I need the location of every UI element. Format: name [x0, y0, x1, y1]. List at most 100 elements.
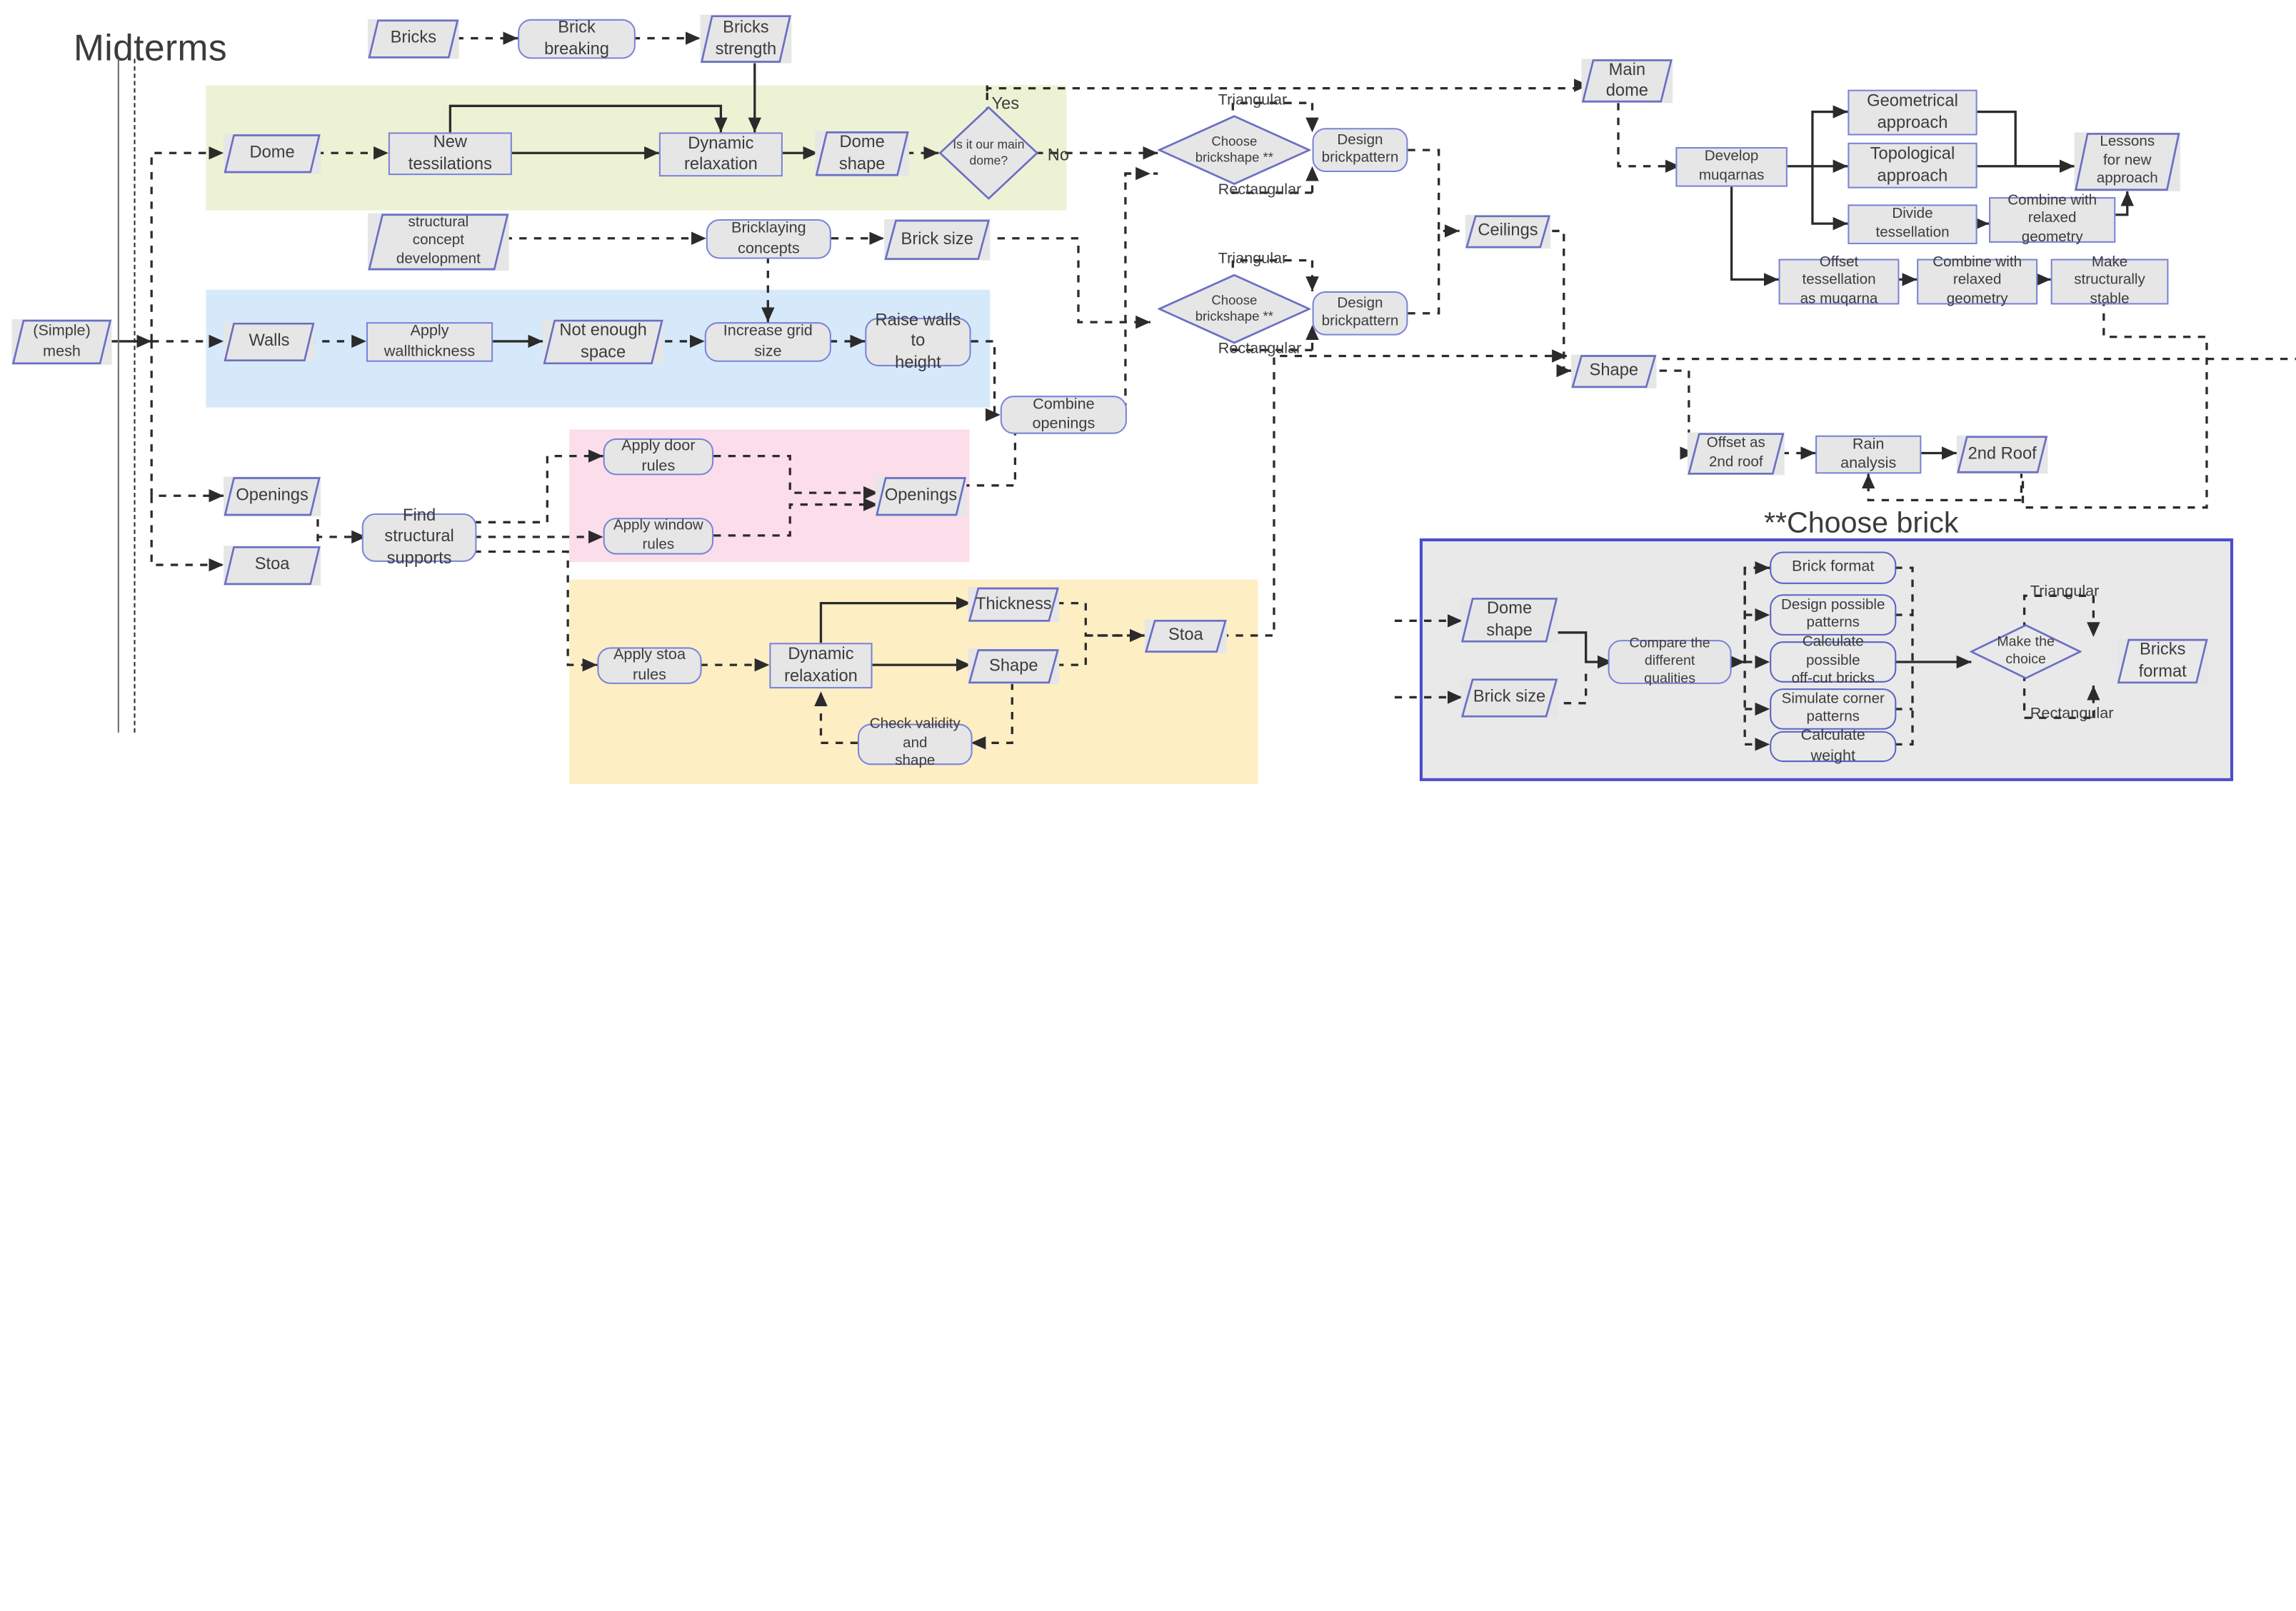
node-label: Walls — [249, 333, 290, 351]
node-topological-approach[interactable]: Topological approach — [1848, 142, 1977, 189]
edge-label-rectangular-choice: Rectangular — [2030, 704, 2114, 723]
node-second-roof[interactable]: 2nd Roof — [1956, 435, 2048, 474]
node-label: Apply window rules — [613, 518, 703, 553]
node-stoa-input[interactable]: Stoa — [224, 546, 321, 586]
node-simple-mesh[interactable]: (Simple) mesh — [11, 319, 112, 365]
node-thickness[interactable]: Thickness — [968, 586, 1060, 623]
node-shape-right[interactable]: Shape — [1571, 354, 1657, 388]
node-cb-bricks-format[interactable]: Bricks format — [2117, 638, 2209, 684]
node-label: Find structural supports — [384, 507, 454, 568]
node-label: Rain analysis — [1840, 435, 1897, 473]
node-combine-relaxed-geometry-lower[interactable]: Combine with relaxed geometry — [1917, 254, 2038, 307]
node-label: 2nd Roof — [1967, 445, 2037, 463]
node-label: Dynamic relaxation — [684, 134, 758, 174]
node-cb-compare-qualities[interactable]: Compare the different qualities — [1608, 636, 1732, 687]
choose-brick-heading: **Choose brick — [1763, 507, 1959, 541]
node-label: Make structurally stable — [2074, 254, 2145, 308]
node-stoa-output[interactable]: Stoa — [1144, 619, 1228, 653]
node-is-it-our-main-dome[interactable]: Is it our main dome? — [938, 106, 1039, 200]
node-label: Geometrical approach — [1867, 93, 1958, 132]
node-main-dome[interactable]: Main dome — [1581, 59, 1673, 104]
node-combine-relaxed-geometry-upper[interactable]: Combine with relaxed geometry — [1989, 192, 2116, 246]
node-bricklaying-concepts[interactable]: Bricklaying concepts — [706, 219, 831, 259]
node-bricks-strength[interactable]: Bricks strength — [700, 14, 792, 64]
node-label: Lessons for new approach — [2096, 134, 2158, 188]
node-cb-calculate-offcut-bricks[interactable]: Calculate possible off-cut bricks — [1770, 634, 1897, 688]
node-offset-tessellation-as-muqarna[interactable]: Offset tessellation as muqarna — [1778, 254, 1900, 307]
node-apply-door-rules[interactable]: Apply door rules — [603, 438, 714, 476]
node-label: Dome shape — [1486, 600, 1533, 640]
node-label: Combine with relaxed geometry — [1932, 254, 2022, 308]
node-dome-shape[interactable]: Dome shape — [815, 131, 910, 177]
node-label: Raise walls to height — [875, 311, 961, 372]
node-design-brickpattern-top[interactable]: Design brickpattern — [1312, 128, 1408, 173]
node-offset-as-2nd-roof[interactable]: Offset as 2nd roof — [1687, 432, 1785, 476]
node-combine-openings[interactable]: Combine openings — [1000, 396, 1127, 434]
node-label: Calculate possible off-cut bricks — [1791, 634, 1875, 688]
node-brick-breaking[interactable]: Brick breaking — [518, 19, 636, 59]
node-label: Brick size — [901, 231, 973, 249]
node-cb-calculate-weight[interactable]: Calculate weight — [1770, 727, 1897, 764]
node-new-tessilations[interactable]: New tessilations — [388, 132, 512, 176]
node-bricks[interactable]: Bricks — [368, 19, 459, 59]
node-walls[interactable]: Walls — [224, 322, 315, 362]
node-choose-brickshape-bottom[interactable]: Choose brickshape ** — [1158, 273, 1311, 344]
node-label: New tessilations — [408, 134, 492, 174]
edge-label-triangular-choice: Triangular — [2030, 582, 2100, 601]
node-apply-window-rules[interactable]: Apply window rules — [603, 518, 714, 555]
node-cb-simulate-corner-patterns[interactable]: Simulate corner patterns — [1770, 688, 1897, 730]
node-cb-make-the-choice[interactable]: Make the choice — [1970, 623, 2082, 680]
guide-line-solid — [117, 59, 119, 733]
edge-label-triangular-bottom: Triangular — [1218, 250, 1288, 268]
node-apply-wallthickness[interactable]: Apply wallthickness — [366, 322, 493, 362]
node-label: Simulate corner patterns — [1781, 691, 1885, 726]
node-openings-output[interactable]: Openings — [875, 476, 967, 517]
node-label: Choose brickshape ** — [1195, 292, 1273, 324]
node-label: Brick breaking — [544, 19, 609, 59]
node-label: Develop muqarnas — [1698, 149, 1765, 184]
node-label: Openings — [884, 487, 958, 506]
node-apply-stoa-rules[interactable]: Apply stoa rules — [597, 646, 702, 684]
node-dome[interactable]: Dome — [224, 134, 321, 174]
page-title: Midterms — [74, 28, 228, 69]
node-label: (Simple) mesh — [33, 322, 91, 360]
node-label: Design brickpattern — [1321, 295, 1399, 330]
node-structural-concept-development[interactable]: structural concept development — [368, 213, 509, 271]
edge-label-yes: Yes — [991, 95, 1020, 114]
node-cb-design-possible-patterns[interactable]: Design possible patterns — [1770, 594, 1897, 636]
node-brick-size-top[interactable]: Brick size — [884, 219, 991, 261]
node-label: Apply stoa rules — [613, 646, 686, 683]
node-lessons-for-new-approach[interactable]: Lessons for new approach — [2074, 132, 2180, 191]
node-make-structurally-stable[interactable]: Make structurally stable — [2050, 254, 2169, 307]
node-cb-brick-format[interactable]: Brick format — [1770, 551, 1897, 584]
node-choose-brickshape-top[interactable]: Choose brickshape ** — [1158, 115, 1311, 186]
node-increase-grid-size[interactable]: Increase grid size — [704, 322, 831, 362]
node-label: Ceilings — [1478, 222, 1538, 241]
edge-label-rectangular-bottom: Rectangular — [1218, 339, 1302, 358]
node-label: Bricklaying concepts — [731, 219, 806, 257]
node-ceilings[interactable]: Ceilings — [1465, 214, 1551, 249]
node-label: Dome — [249, 144, 295, 163]
node-cb-dome-shape[interactable]: Dome shape — [1460, 597, 1558, 643]
node-label: Dynamic relaxation — [784, 646, 858, 685]
node-dynamic-relaxation-dome[interactable]: Dynamic relaxation — [658, 132, 783, 177]
node-openings-input[interactable]: Openings — [224, 476, 321, 517]
node-label: Check validity and shape — [869, 716, 961, 770]
node-rain-analysis[interactable]: Rain analysis — [1815, 435, 1922, 474]
node-cb-brick-size[interactable]: Brick size — [1460, 678, 1558, 718]
node-raise-walls-to-height[interactable]: Raise walls to height — [865, 312, 971, 372]
node-design-brickpattern-bottom[interactable]: Design brickpattern — [1312, 291, 1408, 336]
node-label: Combine with relaxed geometry — [2007, 192, 2097, 246]
node-shape-stoa[interactable]: Shape — [968, 648, 1060, 684]
node-divide-tessellation[interactable]: Divide tessellation — [1848, 204, 1977, 244]
node-label: Offset as 2nd roof — [1706, 435, 1765, 471]
edge-label-rectangular-top: Rectangular — [1218, 181, 1302, 199]
node-dynamic-relaxation-stoa[interactable]: Dynamic relaxation — [769, 643, 873, 689]
node-label: Offset tessellation as muqarna — [1800, 254, 1878, 308]
node-not-enough-space[interactable]: Not enough space — [543, 319, 664, 365]
node-find-structural-supports[interactable]: Find structural supports — [361, 508, 477, 568]
node-geometrical-approach[interactable]: Geometrical approach — [1848, 89, 1977, 136]
swimlane-dome — [206, 85, 1067, 211]
node-check-validity-and-shape[interactable]: Check validity and shape — [857, 717, 973, 770]
node-develop-muqarnas[interactable]: Develop muqarnas — [1675, 147, 1788, 187]
